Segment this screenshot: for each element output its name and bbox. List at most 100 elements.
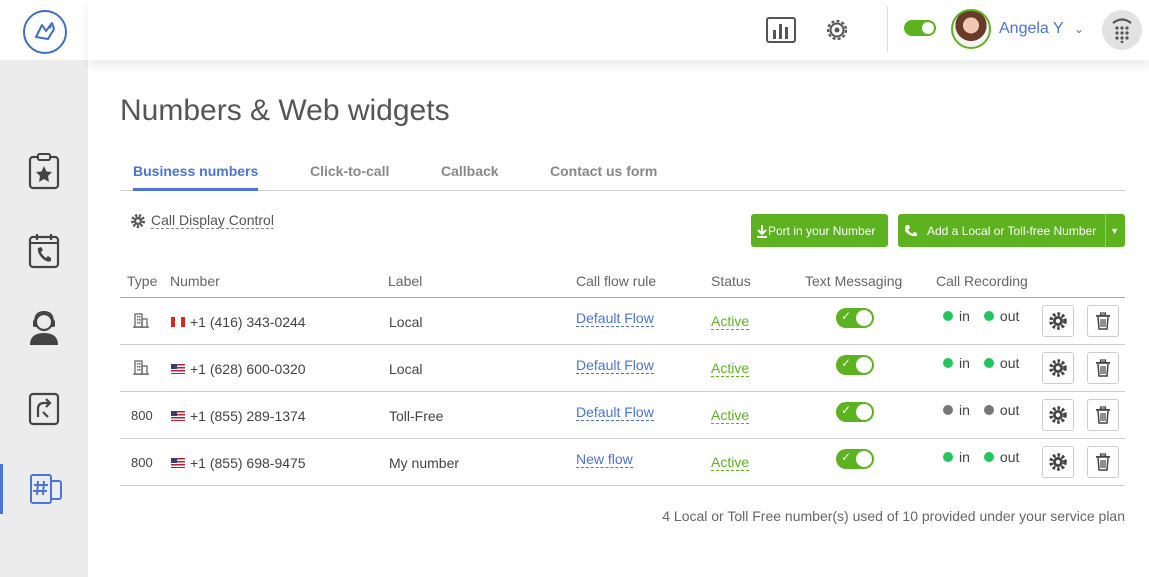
- phone-number-text: +1 (855) 289-1374: [190, 408, 306, 424]
- status-badge: Active: [711, 407, 750, 424]
- phone-number-text: +1 (855) 698-9475: [190, 455, 306, 471]
- call-display-control-link[interactable]: Call Display Control: [130, 212, 274, 229]
- recording-out-label: out: [999, 308, 1020, 324]
- tab-business-numbers[interactable]: Business numbers: [133, 156, 259, 191]
- gear-icon: [1049, 312, 1067, 330]
- text-messaging-toggle[interactable]: ✓: [836, 402, 874, 422]
- call-flow-link[interactable]: Default Flow: [576, 404, 654, 421]
- call-display-control-label: Call Display Control: [151, 212, 274, 229]
- trash-icon: [1096, 312, 1110, 330]
- reports-button[interactable]: [764, 13, 798, 47]
- add-number-label: Add a Local or Toll-free Number: [927, 223, 1097, 238]
- text-messaging-toggle[interactable]: ✓: [836, 449, 874, 469]
- table-row: 800 +1 (855) 289-1374 Toll-Free Default Flo…: [120, 392, 1125, 439]
- col-header-number: Number: [170, 273, 220, 289]
- status-badge: Active: [711, 454, 750, 471]
- recording-in-dot: [943, 311, 953, 321]
- check-icon: ✓: [841, 309, 852, 323]
- sidebar-item-numbers[interactable]: [0, 464, 88, 514]
- recording-in-dot: [943, 358, 953, 368]
- text-messaging-toggle[interactable]: ✓: [836, 308, 874, 328]
- tab-contact-us-form[interactable]: Contact us form: [550, 156, 657, 191]
- status-badge: Active: [711, 360, 750, 377]
- hash-devices-icon: [29, 474, 62, 504]
- col-header-label: Label: [388, 273, 423, 289]
- call-recording-status: in out: [943, 308, 1019, 324]
- gear-icon: [1049, 359, 1067, 377]
- number-label: Toll-Free: [389, 408, 444, 424]
- row-delete-button[interactable]: [1087, 446, 1119, 478]
- sidebar-item-calls[interactable]: [0, 225, 88, 275]
- call-flow-link[interactable]: New flow: [576, 451, 633, 468]
- avatar[interactable]: [951, 9, 991, 49]
- col-header-status: Status: [711, 273, 751, 289]
- sidebar-item-call-flows[interactable]: [0, 384, 88, 434]
- logo-icon[interactable]: [23, 10, 67, 54]
- call-recording-status: in out: [943, 355, 1019, 371]
- row-delete-button[interactable]: [1087, 305, 1119, 337]
- usa-flag-icon: [171, 364, 185, 375]
- building-icon: [133, 312, 149, 331]
- split-divider: [1105, 214, 1106, 247]
- add-number-button[interactable]: Add a Local or Toll-free Number ▼: [898, 214, 1125, 247]
- caret-down-icon[interactable]: ▼: [1110, 226, 1119, 236]
- phone-number: +1 (855) 289-1374: [171, 408, 306, 424]
- check-icon: ✓: [841, 403, 852, 417]
- call-flow-link[interactable]: Default Flow: [576, 357, 654, 374]
- row-delete-button[interactable]: [1087, 352, 1119, 384]
- availability-toggle[interactable]: [904, 20, 936, 36]
- headset-agent-icon: [30, 310, 58, 345]
- col-header-text-messaging: Text Messaging: [805, 273, 903, 289]
- chevron-down-icon[interactable]: ⌄: [1074, 22, 1084, 36]
- table-row: +1 (628) 600-0320 Local Default Flow Active…: [120, 345, 1125, 392]
- phone-icon: [905, 224, 917, 236]
- check-icon: ✓: [841, 356, 852, 370]
- number-label: Local: [389, 314, 423, 330]
- row-settings-button[interactable]: [1042, 399, 1074, 431]
- call-flow-link[interactable]: Default Flow: [576, 310, 654, 327]
- col-header-type: Type: [127, 273, 158, 289]
- row-settings-button[interactable]: [1042, 446, 1074, 478]
- col-header-call-recording: Call Recording: [936, 273, 1028, 289]
- call-flow-icon: [28, 392, 60, 426]
- tab-callback[interactable]: Callback: [441, 156, 499, 191]
- gear-icon: [826, 19, 848, 41]
- table-row: 800 +1 (855) 698-9475 My number New flow Act…: [120, 439, 1125, 486]
- phone-number-text: +1 (416) 343-0244: [190, 314, 306, 330]
- canada-flag-icon: [171, 317, 185, 328]
- row-settings-button[interactable]: [1042, 352, 1074, 384]
- text-messaging-toggle[interactable]: ✓: [836, 355, 874, 375]
- row-settings-button[interactable]: [1042, 305, 1074, 337]
- page-title: Numbers & Web widgets: [120, 94, 450, 127]
- number-label: My number: [389, 455, 460, 471]
- header-separator: [887, 6, 888, 52]
- bar-chart-icon: [766, 17, 796, 43]
- recording-in-label: in: [959, 449, 970, 465]
- recording-in-dot: [943, 452, 953, 462]
- tab-click-to-call[interactable]: Click-to-call: [310, 156, 389, 191]
- recording-out-label: out: [999, 402, 1020, 418]
- type-toll-free: 800: [131, 408, 153, 423]
- gear-icon: [1049, 406, 1067, 424]
- recording-in-label: in: [959, 355, 970, 371]
- usa-flag-icon: [171, 411, 185, 422]
- sidebar-item-favorites[interactable]: [0, 146, 88, 196]
- trash-icon: [1096, 406, 1110, 424]
- dialpad-button[interactable]: [1102, 10, 1142, 50]
- recording-out-label: out: [999, 355, 1020, 371]
- phone-number: +1 (628) 600-0320: [171, 361, 306, 377]
- tab-bar: Business numbers Click-to-call Callback …: [120, 156, 1125, 191]
- gear-icon: [1049, 453, 1067, 471]
- status-badge: Active: [711, 313, 750, 330]
- settings-button[interactable]: [820, 13, 854, 47]
- sidebar-item-agents[interactable]: [0, 303, 88, 353]
- phone-number: +1 (416) 343-0244: [171, 314, 306, 330]
- row-delete-button[interactable]: [1087, 399, 1119, 431]
- recording-in-label: in: [959, 308, 970, 324]
- recording-out-dot: [983, 452, 994, 462]
- port-number-button[interactable]: Port in your Number: [751, 214, 888, 247]
- logo-area: [0, 0, 88, 60]
- usage-note: 4 Local or Toll Free number(s) used of 1…: [662, 508, 1125, 524]
- user-name[interactable]: Angela Y: [999, 20, 1064, 38]
- col-header-call-flow: Call flow rule: [576, 273, 657, 289]
